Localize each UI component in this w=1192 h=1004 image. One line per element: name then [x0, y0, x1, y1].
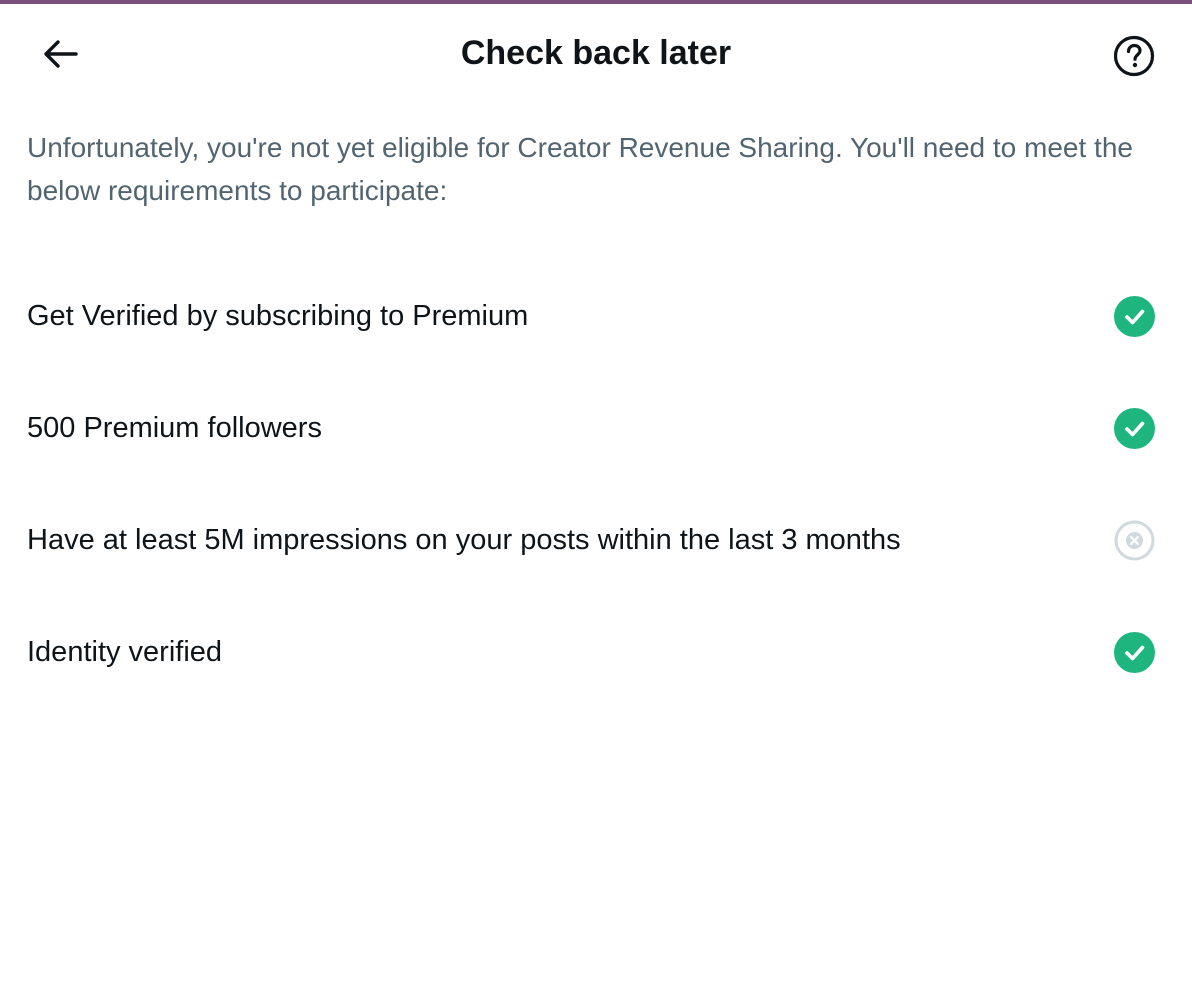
requirement-label: 500 Premium followers — [27, 412, 322, 444]
help-button[interactable] — [1108, 32, 1160, 80]
help-circle-icon — [1113, 35, 1155, 77]
check-circle-icon — [1114, 632, 1155, 673]
requirement-label: Get Verified by subscribing to Premium — [27, 300, 529, 332]
requirement-label: Have at least 5M impressions on your pos… — [27, 524, 901, 556]
check-circle-icon — [1114, 296, 1155, 337]
requirement-row: Get Verified by subscribing to Premium — [0, 260, 1192, 372]
arrow-left-icon — [44, 40, 78, 68]
eligibility-description: Unfortunately, you're not yet eligible f… — [27, 132, 1133, 206]
requirement-label: Identity verified — [27, 636, 223, 668]
header: Check back later — [0, 4, 1192, 100]
requirement-row: 500 Premium followers — [0, 372, 1192, 484]
requirement-row: Identity verified — [0, 596, 1192, 708]
x-circle-icon — [1114, 520, 1155, 561]
page-title: Check back later — [460, 34, 732, 72]
back-button[interactable] — [30, 30, 90, 78]
check-circle-icon — [1114, 408, 1155, 449]
requirement-row: Have at least 5M impressions on your pos… — [0, 484, 1192, 596]
